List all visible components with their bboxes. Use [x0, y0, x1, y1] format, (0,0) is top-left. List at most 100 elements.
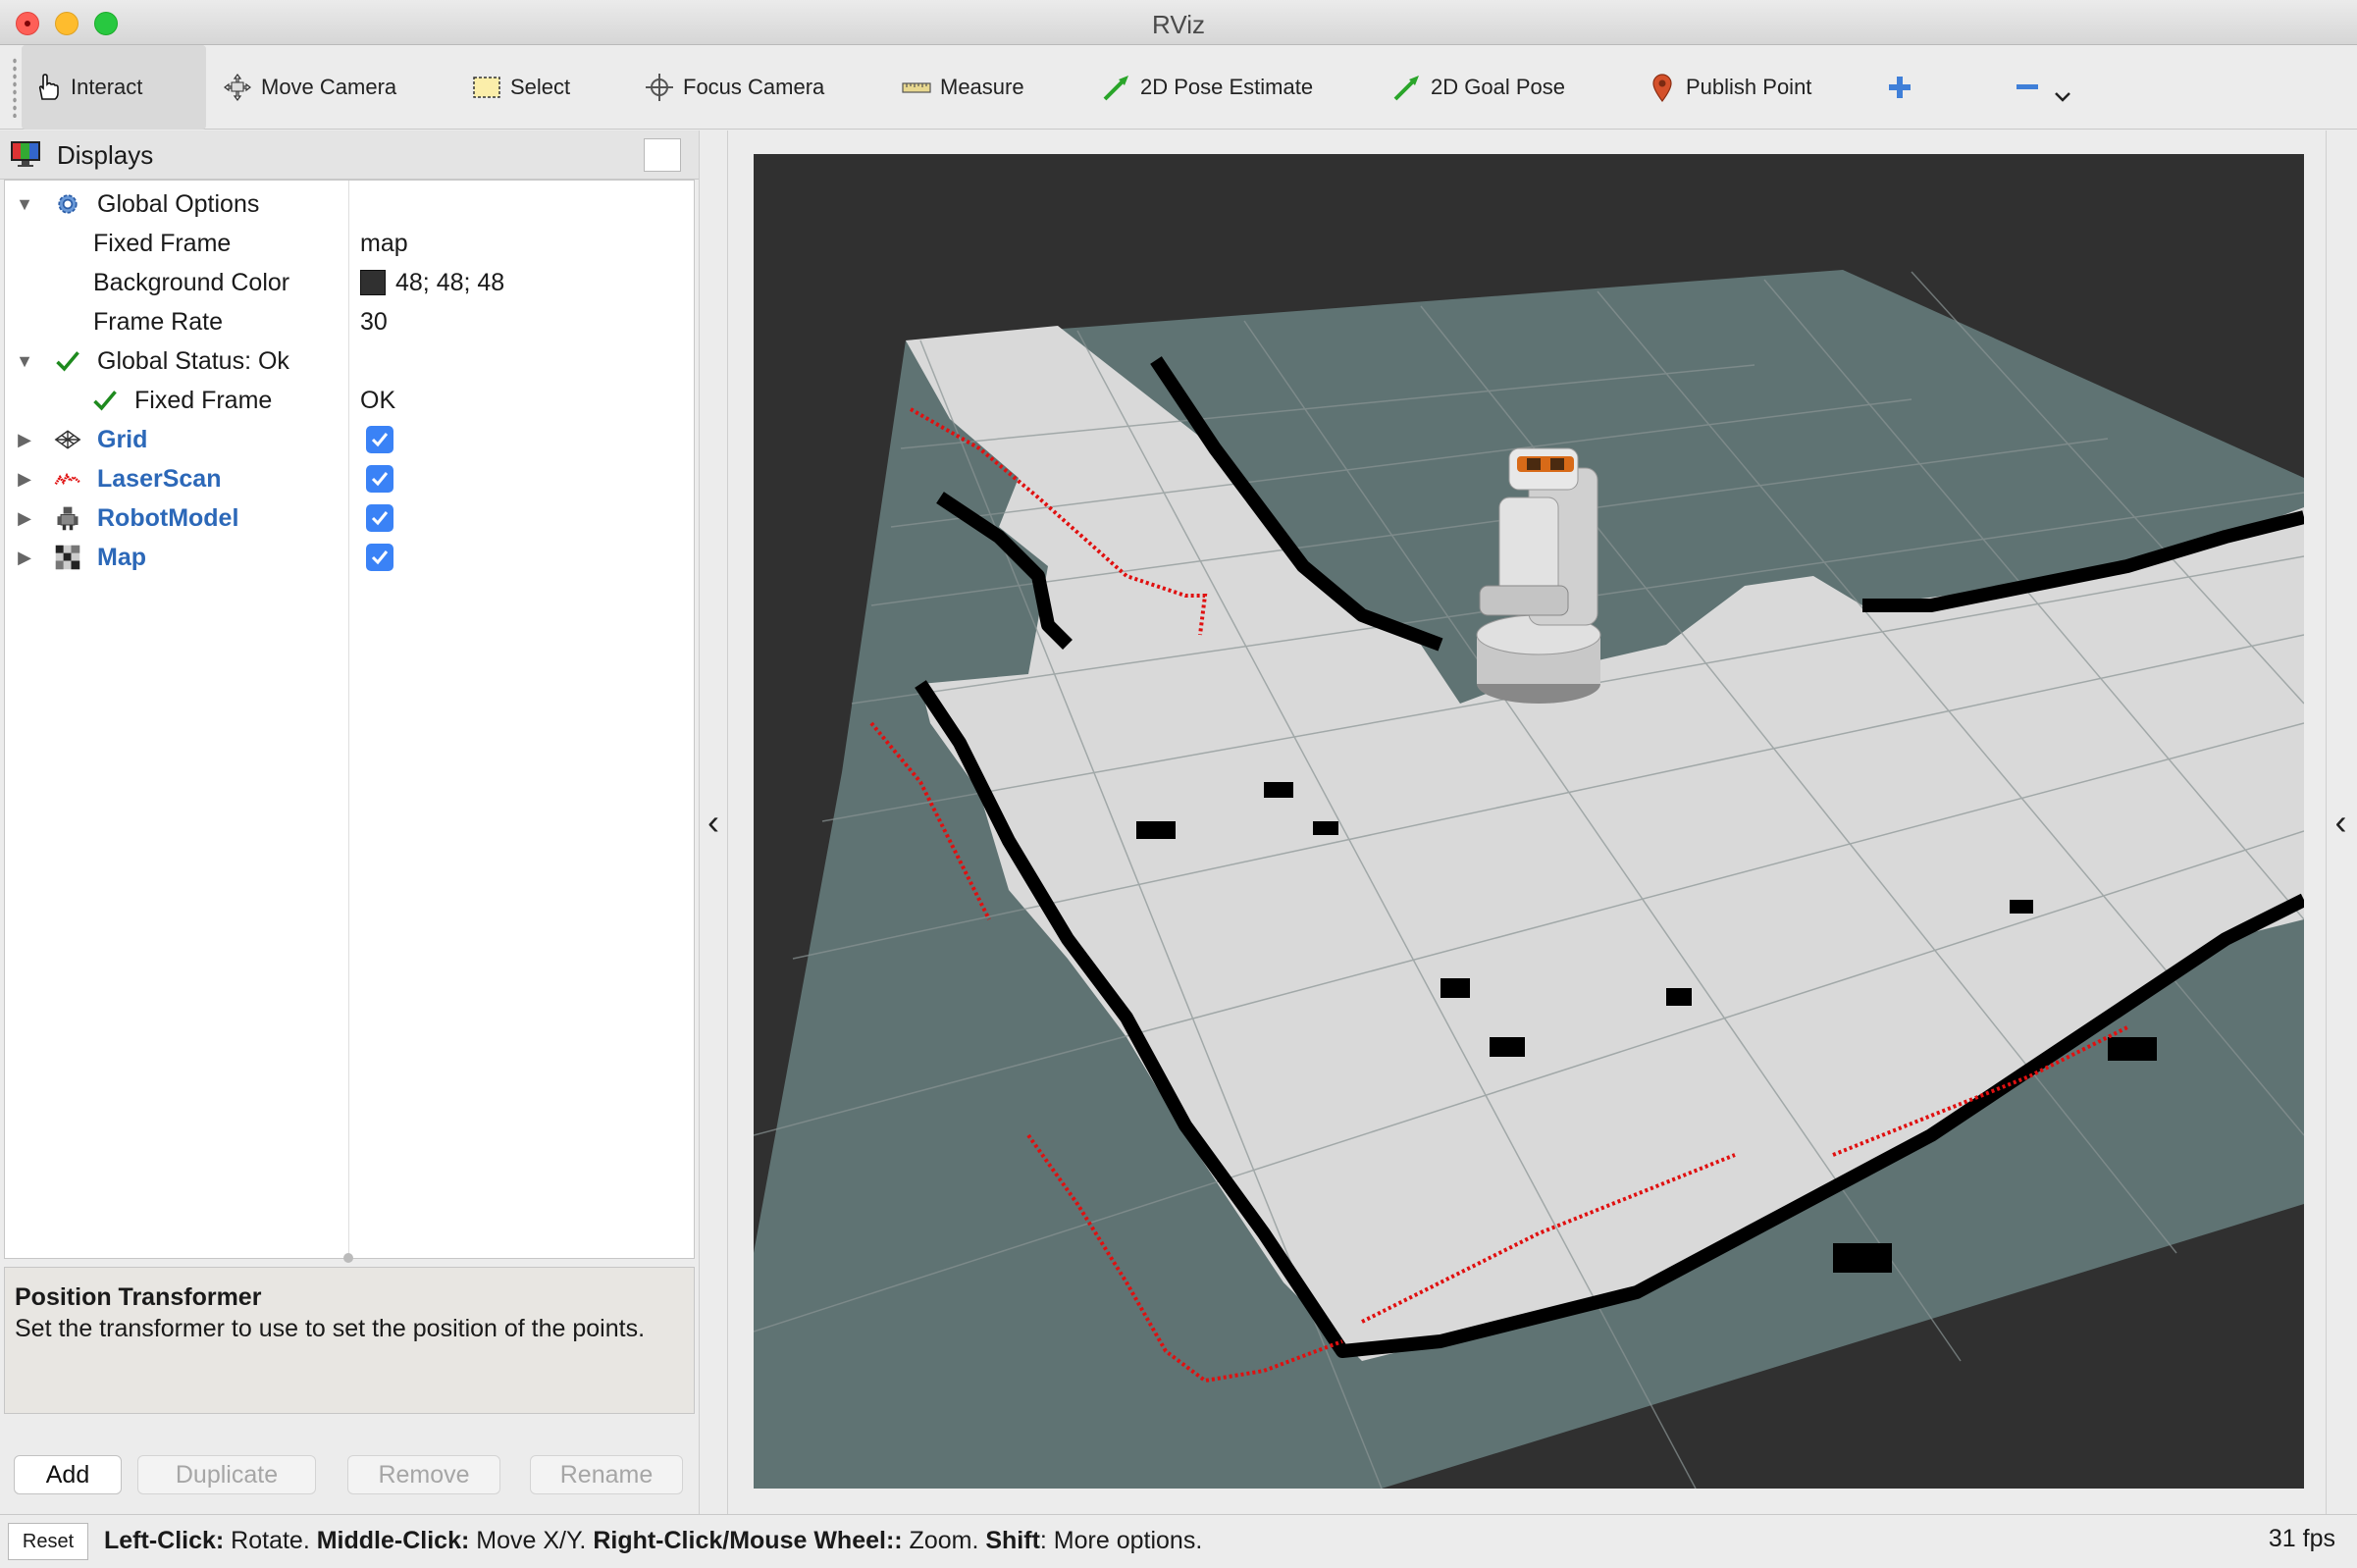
- tool-label: Measure: [940, 75, 1024, 99]
- map-pin-icon: [1647, 72, 1678, 103]
- display-enabled-checkbox[interactable]: [366, 465, 393, 493]
- checkmark-icon: [89, 385, 121, 416]
- hint-text: Zoom.: [902, 1527, 986, 1554]
- tree-row-global-options[interactable]: ▼ Global Options: [5, 184, 692, 224]
- remove-display-button[interactable]: Remove: [347, 1455, 500, 1494]
- property-description: Position Transformer Set the transformer…: [4, 1267, 695, 1414]
- displays-title: Displays: [57, 140, 154, 170]
- robot-icon: [52, 502, 83, 534]
- description-text: Set the transformer to use to set the po…: [15, 1315, 646, 1342]
- collapse-right-dock-button[interactable]: ‹: [2326, 131, 2355, 1514]
- tree-row-fixed-frame[interactable]: Fixed Frame map: [5, 224, 692, 263]
- tool-2d-goal-pose[interactable]: 2D Goal Pose: [1382, 45, 1575, 130]
- status-bar: Reset Left-Click: Rotate. Middle-Click: …: [0, 1514, 2357, 1568]
- tool-2d-pose-estimate[interactable]: 2D Pose Estimate: [1091, 45, 1323, 130]
- property-label: Fixed Frame: [93, 229, 232, 257]
- tool-measure[interactable]: Measure: [891, 45, 1034, 130]
- hint-key: Middle-Click:: [316, 1527, 470, 1554]
- window-titlebar: RViz: [0, 0, 2357, 45]
- fps-readout: 31 fps: [2268, 1525, 2335, 1552]
- tool-label: Publish Point: [1686, 75, 1812, 99]
- tree-row-status-fixed-frame[interactable]: Fixed Frame OK: [5, 381, 692, 420]
- hint-key: Right-Click/Mouse Wheel::: [593, 1527, 903, 1554]
- tool-interact[interactable]: Interact: [22, 45, 206, 130]
- duplicate-display-button[interactable]: Duplicate: [137, 1455, 316, 1494]
- chevron-down-icon: [2047, 81, 2078, 113]
- plus-icon: [1884, 72, 1915, 103]
- checkmark-icon: [52, 345, 83, 377]
- status-value: OK: [360, 386, 396, 414]
- expand-arrow-icon[interactable]: ▶: [15, 430, 34, 449]
- 3d-viewport[interactable]: [754, 154, 2304, 1489]
- chevron-left-icon: ‹: [707, 802, 719, 842]
- tool-label: Select: [510, 75, 571, 99]
- tool-label: Focus Camera: [683, 75, 825, 99]
- expand-arrow-icon[interactable]: ▶: [15, 508, 34, 528]
- gear-icon: [52, 188, 83, 220]
- tree-row-background-color[interactable]: Background Color 48; 48; 48: [5, 263, 692, 302]
- tree-label: Global Status: Ok: [97, 346, 289, 375]
- tree-row-map[interactable]: ▶ Map: [5, 538, 692, 577]
- hint-text: : More options.: [1039, 1527, 1203, 1554]
- window-title: RViz: [1152, 10, 1205, 39]
- mouse-hint: Left-Click: Rotate. Middle-Click: Move X…: [104, 1527, 1202, 1555]
- tool-label: Interact: [71, 75, 143, 99]
- reset-button[interactable]: Reset: [8, 1523, 88, 1560]
- display-label: LaserScan: [97, 464, 222, 493]
- display-enabled-checkbox[interactable]: [366, 504, 393, 532]
- property-label: Background Color: [93, 268, 290, 296]
- background-color-value[interactable]: 48; 48; 48: [360, 269, 504, 297]
- tool-label: 2D Goal Pose: [1431, 75, 1565, 99]
- display-enabled-checkbox[interactable]: [366, 426, 393, 453]
- display-label: Grid: [97, 425, 148, 453]
- undock-panel-button[interactable]: [644, 138, 681, 172]
- add-tool-button[interactable]: [1874, 45, 1933, 130]
- hint-key: Left-Click:: [104, 1527, 225, 1554]
- toolbar-grip[interactable]: [12, 57, 18, 118]
- hint-text: Rotate.: [224, 1527, 317, 1554]
- render-panel: ‹ ‹: [699, 131, 2357, 1514]
- add-display-button[interactable]: Add: [14, 1455, 122, 1494]
- tool-select[interactable]: Select: [461, 45, 580, 130]
- chevron-left-icon: ‹: [2334, 802, 2347, 842]
- frame-rate-value[interactable]: 30: [360, 308, 388, 337]
- laserscan-icon: [52, 463, 83, 495]
- property-label: Fixed Frame: [134, 386, 273, 414]
- tree-row-laserscan[interactable]: ▶ LaserScan: [5, 459, 692, 498]
- tree-label: Global Options: [97, 189, 260, 218]
- hint-key: Shift: [985, 1527, 1040, 1554]
- tool-focus-camera[interactable]: Focus Camera: [634, 45, 834, 130]
- fixed-frame-value[interactable]: map: [360, 230, 408, 258]
- color-value-text: 48; 48; 48: [395, 268, 505, 296]
- select-rect-icon: [471, 72, 502, 103]
- displays-tree: ▼ Global Options Fixed Frame map Backgro…: [4, 180, 695, 1259]
- collapse-arrow-icon[interactable]: ▼: [15, 351, 34, 371]
- collapse-left-dock-button[interactable]: ‹: [699, 131, 728, 1514]
- tree-row-global-status[interactable]: ▼ Global Status: Ok: [5, 341, 692, 381]
- panel-splitter-handle[interactable]: [343, 1253, 353, 1263]
- tool-publish-point[interactable]: Publish Point: [1637, 45, 1821, 130]
- green-arrow-icon: [1391, 72, 1423, 103]
- tree-row-grid[interactable]: ▶ Grid: [5, 420, 692, 459]
- color-swatch[interactable]: [360, 270, 386, 295]
- expand-arrow-icon[interactable]: ▶: [15, 469, 34, 489]
- display-label: Map: [97, 543, 146, 571]
- toolbar-overflow-button[interactable]: [2037, 73, 2096, 122]
- expand-arrow-icon[interactable]: ▶: [15, 548, 34, 567]
- displays-panel: Displays ▼ Global Options Fixed Frame ma…: [0, 131, 699, 1514]
- display-enabled-checkbox[interactable]: [366, 544, 393, 571]
- displays-panel-header: Displays: [0, 131, 699, 180]
- move-camera-icon: [222, 72, 253, 103]
- description-title: Position Transformer: [15, 1283, 262, 1311]
- tree-row-robotmodel[interactable]: ▶ RobotModel: [5, 498, 692, 538]
- hand-pointer-icon: [31, 72, 63, 103]
- tree-row-frame-rate[interactable]: Frame Rate 30: [5, 302, 692, 341]
- rename-display-button[interactable]: Rename: [530, 1455, 683, 1494]
- 3d-scene: [754, 270, 2304, 1489]
- tool-move-camera[interactable]: Move Camera: [212, 45, 406, 130]
- display-label: RobotModel: [97, 503, 239, 532]
- property-label: Frame Rate: [93, 307, 223, 336]
- grid-icon: [52, 424, 83, 455]
- collapse-arrow-icon[interactable]: ▼: [15, 194, 34, 214]
- map-icon: [52, 542, 83, 573]
